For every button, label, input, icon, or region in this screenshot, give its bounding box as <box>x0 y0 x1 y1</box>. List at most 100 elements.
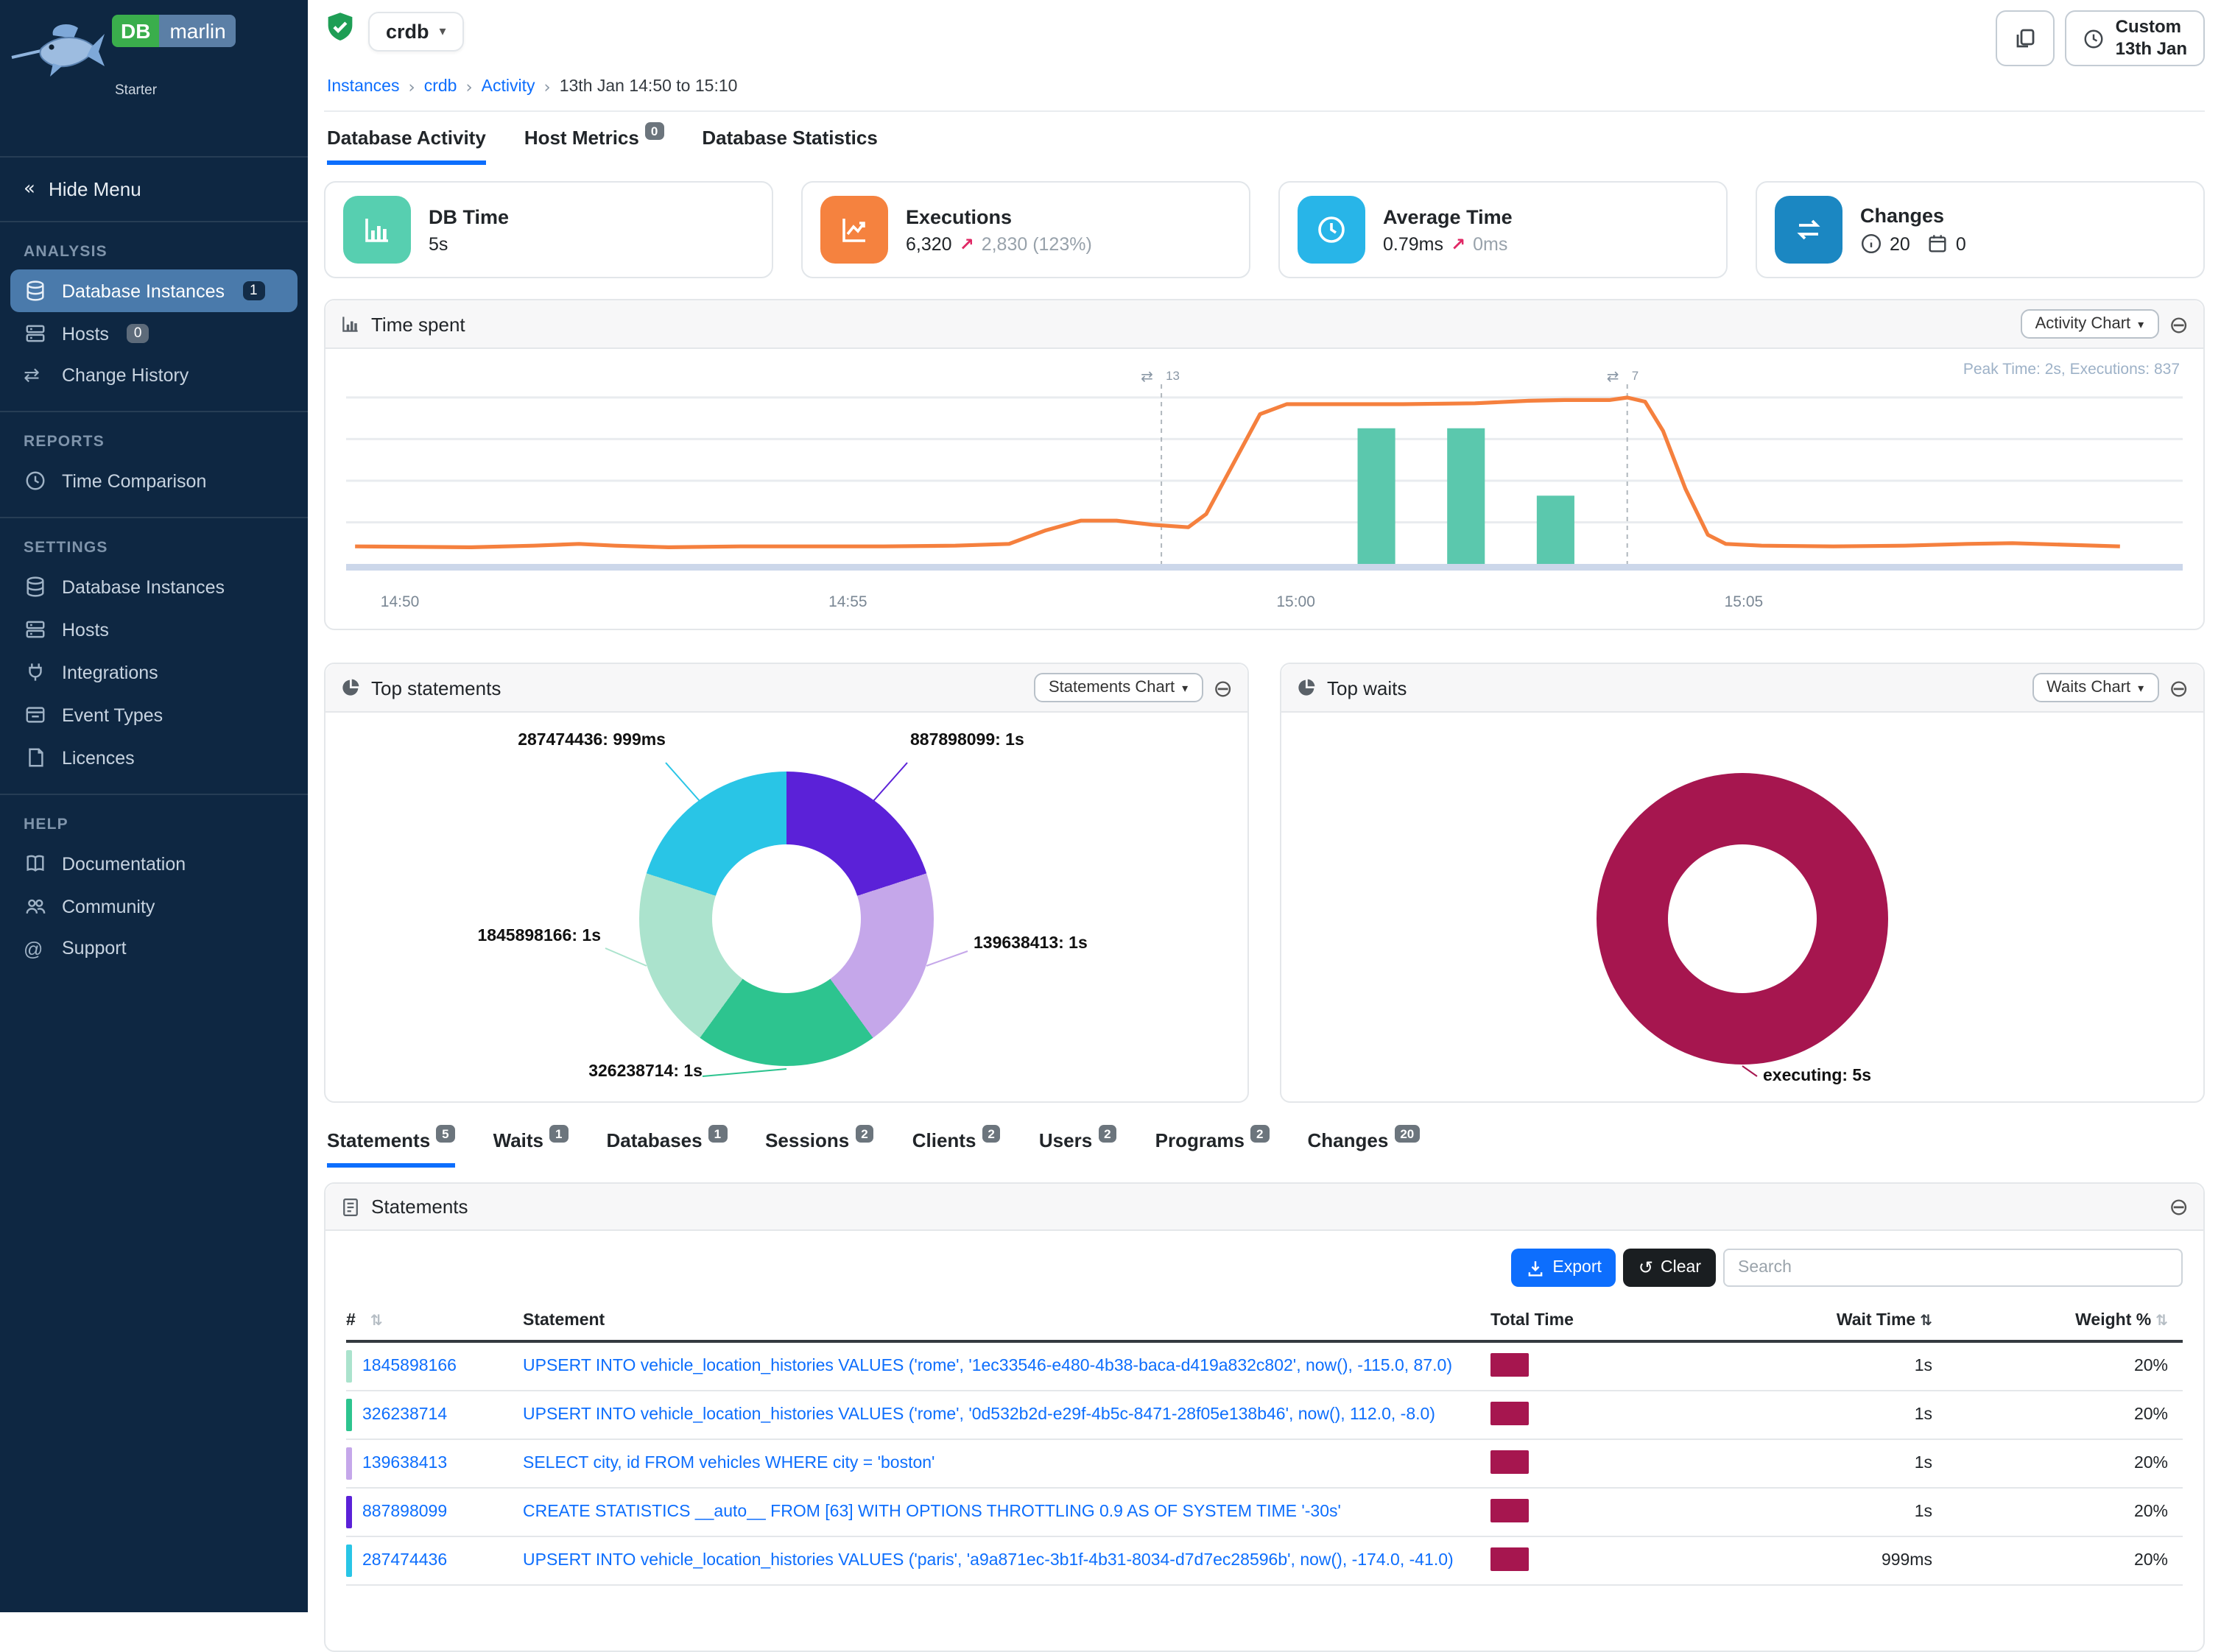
statement-id-link[interactable]: 1845898166 <box>362 1358 457 1375</box>
tab-badge: 1 <box>549 1125 568 1143</box>
statement-sql-link[interactable]: UPSERT INTO vehicle_location_histories V… <box>523 1552 1454 1570</box>
sidebar-item-time-comparison[interactable]: Time Comparison <box>0 459 308 502</box>
tab-database-activity[interactable]: Database Activity <box>327 127 486 165</box>
slice-label: executing: 5s <box>1763 1067 1871 1085</box>
chevron-down-icon: ▾ <box>440 24 446 39</box>
waits-chart-dropdown[interactable]: Waits Chart ▾ <box>2032 673 2158 702</box>
executions-delta: 2,830 (123%) <box>982 233 1092 254</box>
database-icon <box>24 576 47 598</box>
svg-text:⇄: ⇄ <box>1141 367 1153 385</box>
statement-sql-link[interactable]: SELECT city, id FROM vehicles WHERE city… <box>523 1455 934 1472</box>
breadcrumb-instances[interactable]: Instances <box>327 78 399 96</box>
sidebar-section-help: HELP Documentation Community @ Support <box>0 795 308 984</box>
sidebar-item-licences[interactable]: Licences <box>0 736 308 779</box>
statement-sql-link[interactable]: UPSERT INTO vehicle_location_histories V… <box>523 1358 1452 1375</box>
collapse-panel-icon[interactable]: ⊖ <box>1213 674 1233 702</box>
instance-selector[interactable]: crdb ▾ <box>368 12 464 52</box>
tab-database-statistics[interactable]: Database Statistics <box>702 127 877 165</box>
event-calendar-icon <box>24 704 47 726</box>
table-row: 139638413 SELECT city, id FROM vehicles … <box>346 1440 2183 1489</box>
card-average-time: Average Time 0.79ms ↗ 0ms <box>1278 181 1728 278</box>
top-statements-panel: Top statements Statements Chart ▾ ⊖ 2874… <box>324 663 1249 1103</box>
collapse-panel-icon[interactable]: ⊖ <box>2169 1193 2189 1221</box>
sort-icon-active[interactable]: ⇅ <box>1920 1313 1932 1330</box>
sort-icon[interactable]: ⇅ <box>2155 1313 2168 1330</box>
edition-label: Starter <box>115 82 157 99</box>
weight-value: 20% <box>1977 1406 2183 1424</box>
weight-value: 20% <box>1977 1358 2183 1375</box>
time-spent-chart[interactable]: ⇄13⇄7 <box>346 358 2183 593</box>
sidebar-item-change-history[interactable]: ⇄ Change History <box>0 355 308 396</box>
sidebar-section-analysis: ANALYSIS Database Instances 1 Hosts 0 ⇄ … <box>0 222 308 411</box>
sidebar-item-event-types[interactable]: Event Types <box>0 693 308 736</box>
hide-menu-button[interactable]: « Hide Menu <box>0 158 308 221</box>
collapse-panel-icon[interactable]: ⊖ <box>2169 310 2189 338</box>
chevron-down-icon: ▾ <box>2138 317 2144 331</box>
sidebar-item-integrations[interactable]: Integrations <box>0 651 308 693</box>
slice-label: 1845898166: 1s <box>477 928 601 945</box>
sidebar-section-settings: SETTINGS Database Instances Hosts Integr… <box>0 518 308 794</box>
info-circle-icon <box>1860 233 1882 255</box>
breadcrumb-crdb[interactable]: crdb <box>424 78 457 96</box>
activity-chart-dropdown[interactable]: Activity Chart ▾ <box>2021 309 2159 339</box>
tab-waits[interactable]: Waits1 <box>493 1129 569 1168</box>
panel-title: Statements <box>371 1196 468 1218</box>
tab-badge: 2 <box>855 1125 873 1143</box>
calendar-icon <box>1926 233 1949 255</box>
shield-check-icon <box>324 10 356 53</box>
database-icon <box>24 280 47 302</box>
pie-chart-icon <box>340 677 361 698</box>
sidebar-item-support[interactable]: @ Support <box>0 928 308 969</box>
sidebar-item-hosts-settings[interactable]: Hosts <box>0 608 308 651</box>
statement-sql-link[interactable]: UPSERT INTO vehicle_location_histories V… <box>523 1406 1435 1424</box>
wait-time-value: 999ms <box>1682 1552 1977 1570</box>
slice-label: 287474436: 999ms <box>518 732 666 749</box>
sidebar-item-database-instances-settings[interactable]: Database Instances <box>0 565 308 608</box>
server-icon <box>24 322 47 345</box>
wait-time-value: 1s <box>1682 1503 1977 1521</box>
breadcrumb-activity[interactable]: Activity <box>482 78 535 96</box>
copy-icon <box>2014 27 2038 50</box>
count-badge: 0 <box>127 324 149 343</box>
tab-statements[interactable]: Statements5 <box>327 1129 455 1168</box>
statement-id-link[interactable]: 139638413 <box>362 1455 447 1472</box>
chart-bars-icon <box>340 314 361 334</box>
statement-color-chip <box>346 1350 352 1383</box>
logo-db-badge: DB <box>112 15 159 47</box>
collapse-panel-icon[interactable]: ⊖ <box>2169 674 2189 702</box>
total-time-bar <box>1490 1401 1529 1425</box>
main-content: crdb ▾ Custom13th Jan Instances › crdb ›… <box>308 0 2221 1612</box>
sidebar-item-hosts[interactable]: Hosts 0 <box>0 312 308 355</box>
top-waits-panel: Top waits Waits Chart ▾ ⊖ executing: 5s <box>1280 663 2205 1103</box>
tab-programs[interactable]: Programs2 <box>1155 1129 1270 1168</box>
tab-changes[interactable]: Changes20 <box>1308 1129 1421 1168</box>
sidebar-item-community[interactable]: Community <box>0 885 308 928</box>
sort-icon[interactable]: ⇅ <box>370 1313 383 1329</box>
licence-icon <box>24 746 47 769</box>
statement-color-chip <box>346 1496 352 1528</box>
pie-chart-icon <box>1296 677 1317 698</box>
statements-chart-dropdown[interactable]: Statements Chart ▾ <box>1034 673 1203 702</box>
statement-id-link[interactable]: 887898099 <box>362 1503 447 1521</box>
statement-sql-link[interactable]: CREATE STATISTICS __auto__ FROM [63] WIT… <box>523 1503 1341 1521</box>
sidebar-item-database-instances[interactable]: Database Instances 1 <box>10 269 298 312</box>
waits-donut-chart[interactable]: executing: 5s <box>1281 713 2203 1101</box>
sidebar-item-documentation[interactable]: Documentation <box>0 842 308 885</box>
book-icon <box>24 853 47 875</box>
tab-sessions[interactable]: Sessions2 <box>765 1129 874 1168</box>
time-range-button[interactable]: Custom13th Jan <box>2066 10 2205 66</box>
tab-clients[interactable]: Clients2 <box>912 1129 1001 1168</box>
tab-databases[interactable]: Databases1 <box>607 1129 728 1168</box>
copy-link-button[interactable] <box>1996 10 2055 66</box>
tab-host-metrics[interactable]: Host Metrics0 <box>524 127 664 165</box>
statement-id-link[interactable]: 326238714 <box>362 1406 447 1424</box>
average-time-delta: 0ms <box>1473 233 1507 254</box>
export-button[interactable]: Export <box>1511 1249 1616 1287</box>
statements-donut-chart[interactable]: 287474436: 999ms 887898099: 1s 139638413… <box>325 713 1247 1101</box>
tab-users[interactable]: Users2 <box>1039 1129 1117 1168</box>
search-input[interactable] <box>1723 1249 2183 1287</box>
clear-button[interactable]: ↺ Clear <box>1624 1249 1716 1287</box>
app-logo: DB marlin Starter <box>0 0 308 156</box>
changes-info-count: 20 <box>1890 233 1910 254</box>
statement-id-link[interactable]: 287474436 <box>362 1552 447 1570</box>
